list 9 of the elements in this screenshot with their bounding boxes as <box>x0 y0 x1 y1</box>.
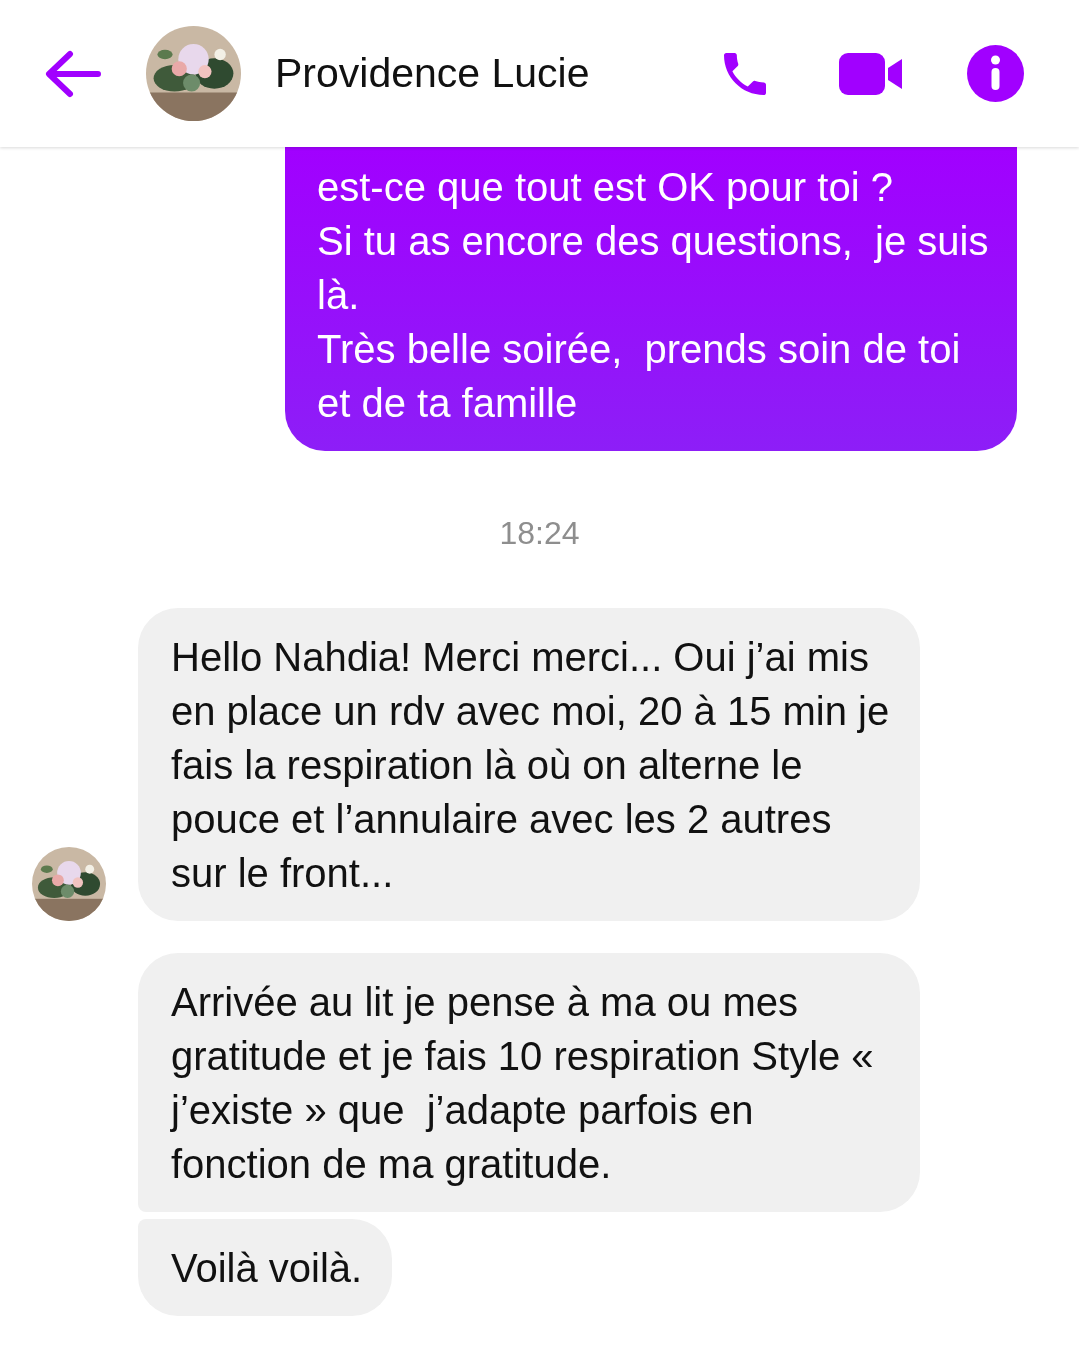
message-bubble: Voilà voilà. <box>138 1219 393 1316</box>
message-bubble: est-ce que tout est OK pour toi ? Si tu as encore des questions, je suis là. Très belle soirée, prends soin de toi et de ta famille <box>285 147 1017 451</box>
contact-name: Providence Lucie <box>275 50 591 97</box>
back-arrow-icon[interactable] <box>44 49 102 98</box>
info-icon[interactable] <box>967 45 1024 102</box>
message-bubble: Arrivée au lit je pense à ma ou mes gratitude et je fais 10 respiration Style « j’existe » que j’adapte parfois en fonction de ma gratitude. <box>138 953 920 1212</box>
video-camera-icon[interactable] <box>839 50 905 97</box>
timestamp: 18:24 <box>499 514 580 553</box>
message-bubble: Hello Nahdia! Merci merci... Oui j’ai mis en place un rdv avec moi, 20 à 15 min je fais la respiration là où on alterne le pouce et l’annulaire avec les 2 autres sur le front... <box>138 608 920 921</box>
